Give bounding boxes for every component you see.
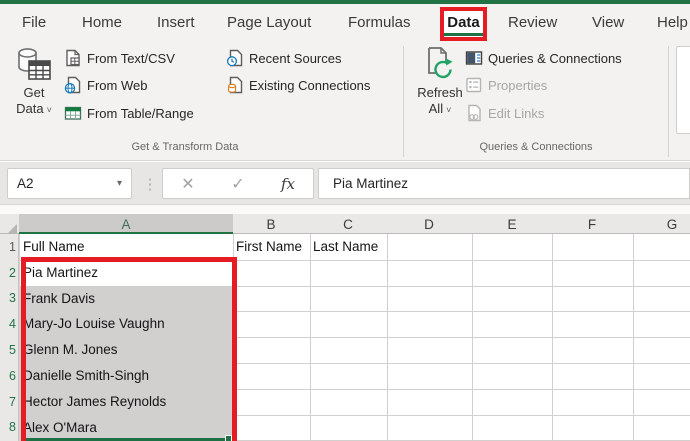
edit-links-label: Edit Links: [488, 105, 545, 121]
row-header-1[interactable]: 1: [0, 234, 16, 260]
formula-bar-value: Pia Martinez: [333, 176, 409, 191]
name-box[interactable]: A2 ▾: [7, 168, 132, 199]
queries-connections-button[interactable]: Queries & Connections: [465, 48, 622, 68]
tab-data[interactable]: Data: [447, 15, 480, 30]
properties-label: Properties: [488, 77, 548, 93]
dropdown-caret: [443, 101, 451, 116]
cell-c1[interactable]: Last Name: [313, 234, 378, 260]
ribbon-group-separator: [403, 46, 404, 157]
get-data-label-line2: Data: [16, 101, 52, 118]
queries-connections-label: Queries & Connections: [488, 50, 622, 66]
formula-bar-drag-handle[interactable]: ⋮: [143, 168, 158, 199]
tab-data-annotation-box: Data: [440, 7, 487, 41]
column-header-a[interactable]: A: [121, 215, 130, 234]
get-data-label-line1: Get: [23, 85, 45, 100]
from-table-range-label: From Table/Range: [87, 105, 194, 121]
column-header-c[interactable]: C: [343, 215, 353, 234]
formula-bar-input[interactable]: Pia Martinez: [318, 168, 690, 199]
gridline: [19, 214, 20, 441]
active-tab-underline: [444, 32, 483, 36]
edit-links-icon: [465, 104, 483, 122]
gridline: [552, 214, 553, 441]
row-header-5[interactable]: 5: [0, 337, 16, 363]
enter-check-icon: ✓: [231, 175, 245, 193]
refresh-all-button[interactable]: Refresh All: [413, 45, 467, 118]
column-header-f[interactable]: F: [588, 215, 596, 234]
row-header-2[interactable]: 2: [0, 260, 16, 286]
gridline: [472, 214, 473, 441]
text-csv-file-icon: [64, 49, 82, 67]
gridline: [310, 214, 311, 441]
group-label-get-transform: Get & Transform Data: [131, 141, 239, 153]
row-header-6[interactable]: 6: [0, 363, 16, 389]
get-data-icon: [15, 45, 53, 85]
tab-file[interactable]: File: [22, 4, 46, 41]
column-header-b[interactable]: B: [266, 215, 275, 234]
tab-view[interactable]: View: [592, 4, 624, 41]
gridline: [387, 214, 388, 441]
recent-sources-button[interactable]: Recent Sources: [226, 48, 342, 68]
from-web-button[interactable]: From Web: [64, 75, 147, 95]
formula-bar-row: A2 ▾ ⋮ ✕ ✓ fx Pia Martinez: [0, 162, 690, 204]
recent-sources-label: Recent Sources: [249, 50, 342, 66]
select-all-corner[interactable]: [7, 224, 17, 234]
refresh-all-icon: [421, 45, 459, 85]
tab-formulas[interactable]: Formulas: [348, 4, 411, 41]
from-table-range-button[interactable]: From Table/Range: [64, 103, 194, 123]
tab-help[interactable]: Help: [657, 4, 688, 41]
ribbon-tab-bar: File Home Insert Page Layout Formulas Da…: [0, 4, 690, 41]
name-box-value: A2: [17, 176, 34, 191]
web-globe-icon: [64, 76, 82, 94]
ribbon-group-separator: [668, 46, 669, 157]
refresh-all-label-line1: Refresh: [417, 85, 463, 100]
excel-window: File Home Insert Page Layout Formulas Da…: [0, 0, 690, 441]
row-header-3[interactable]: 3: [0, 286, 16, 311]
cancel-icon: ✕: [181, 175, 195, 193]
range-annotation-box: [21, 257, 237, 441]
ribbon-data-tab-content: Get Data From Text/CSV: [0, 41, 690, 161]
existing-connections-label: Existing Connections: [249, 77, 371, 93]
edit-links-button: Edit Links: [465, 103, 544, 123]
formula-bar-buttons: ✕ ✓ fx: [162, 168, 314, 199]
cell-b1[interactable]: First Name: [236, 234, 309, 260]
table-range-icon: [64, 104, 82, 122]
insert-function-button[interactable]: fx: [263, 175, 313, 193]
properties-icon: [465, 76, 483, 94]
dropdown-caret: [44, 101, 52, 116]
existing-connections-button[interactable]: Existing Connections: [226, 75, 370, 95]
tab-insert[interactable]: Insert: [157, 4, 195, 41]
get-data-button[interactable]: Get Data: [8, 45, 60, 118]
next-group-gallery-partial: [676, 46, 690, 134]
existing-connections-icon: [226, 76, 244, 94]
column-header-d[interactable]: D: [424, 215, 434, 234]
tab-home[interactable]: Home: [82, 4, 122, 41]
from-text-csv-label: From Text/CSV: [87, 50, 175, 66]
gridline: [633, 214, 634, 441]
tab-review[interactable]: Review: [508, 4, 557, 41]
column-header-e[interactable]: E: [507, 215, 516, 234]
from-text-csv-button[interactable]: From Text/CSV: [64, 48, 175, 68]
row-header-9[interactable]: 9: [0, 436, 16, 441]
properties-button: Properties: [465, 75, 547, 95]
queries-connections-icon: [465, 49, 483, 67]
row-header-4[interactable]: 4: [0, 311, 16, 337]
row-header-7[interactable]: 7: [0, 389, 16, 415]
recent-sources-icon: [226, 49, 244, 67]
from-web-label: From Web: [87, 77, 148, 93]
name-box-caret-icon[interactable]: ▾: [117, 178, 131, 189]
column-header-g[interactable]: G: [667, 215, 678, 234]
group-label-queries-connections: Queries & Connections: [479, 141, 593, 153]
tab-page-layout[interactable]: Page Layout: [227, 4, 311, 41]
worksheet-grid: A B C D E F G 1 2 3 4 5 6 7 8 9 Full Nam…: [0, 204, 690, 441]
refresh-all-label-line2: All: [429, 101, 452, 118]
